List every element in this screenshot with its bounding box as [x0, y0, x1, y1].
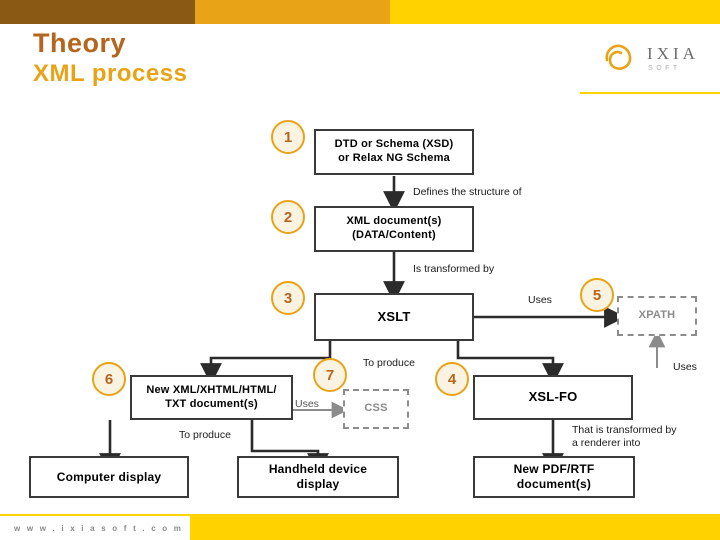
box-new-document-text: New XML/XHTML/HTML/ TXT document(s): [146, 383, 277, 410]
logo-inner: IXIA SOFT: [601, 38, 699, 78]
step-number-6: 6: [92, 362, 126, 396]
label-to-produce-bottom: To produce: [179, 429, 231, 441]
box-new-document: New XML/XHTML/HTML/ TXT document(s): [130, 375, 293, 420]
step-number-5: 5: [580, 278, 614, 312]
page-subtitle: XML process: [33, 60, 188, 87]
box-schema: DTD or Schema (XSD) or Relax NG Schema: [314, 129, 474, 175]
box-pdf-document: New PDF/RTF document(s): [473, 456, 635, 498]
box-schema-text: DTD or Schema (XSD) or Relax NG Schema: [334, 138, 454, 164]
label-is-transformed-by: Is transformed by: [413, 263, 495, 275]
label-to-produce-top: To produce: [363, 357, 415, 369]
box-handheld-display: Handheld device display: [237, 456, 399, 498]
ixia-swoosh-icon: [601, 38, 641, 78]
label-uses-xpath: Uses: [528, 294, 552, 306]
label-uses-css: Uses: [295, 398, 319, 410]
box-xml-document: XML document(s) (DATA/Content): [314, 206, 474, 252]
top-bar-segment-yellow: [390, 0, 720, 24]
box-pdf-document-text: New PDF/RTF document(s): [513, 462, 595, 491]
page-title: Theory: [33, 28, 127, 58]
box-xpath: XPATH: [617, 296, 697, 336]
label-renderer-line1: That is transformed by: [572, 424, 677, 436]
logo-tagline: SOFT: [648, 64, 681, 72]
footer-left: w w w . i x i a s o f t . c o m: [0, 514, 190, 540]
box-css: CSS: [343, 389, 409, 429]
top-bar-segment-brown: [0, 0, 195, 24]
logo: IXIA SOFT: [580, 24, 720, 94]
logo-wordmark: IXIA: [647, 43, 699, 63]
logo-text: IXIA SOFT: [647, 45, 699, 72]
box-xsl-fo: XSL-FO: [473, 375, 633, 420]
step-number-1: 1: [271, 120, 305, 154]
xml-process-diagram: 1 2 3 4 5 6 7 DTD or Schema (XSD) or Rel…: [0, 96, 720, 514]
label-uses-xslfo: Uses: [673, 361, 697, 373]
label-renderer-line2: a renderer into: [572, 437, 641, 449]
footer: w w w . i x i a s o f t . c o m: [0, 514, 720, 540]
footer-url: w w w . i x i a s o f t . c o m: [14, 523, 184, 533]
top-bar-segment-orange: [195, 0, 390, 24]
box-computer-display: Computer display: [29, 456, 189, 498]
step-number-7: 7: [313, 358, 347, 392]
step-number-2: 2: [271, 200, 305, 234]
box-xml-document-text: XML document(s) (DATA/Content): [346, 215, 442, 241]
step-number-3: 3: [271, 281, 305, 315]
footer-right-yellow-bar: [190, 514, 720, 540]
box-xslt: XSLT: [314, 293, 474, 341]
box-handheld-display-text: Handheld device display: [268, 462, 368, 491]
top-color-bar: [0, 0, 720, 24]
step-number-4: 4: [435, 362, 469, 396]
label-defines-structure: Defines the structure of: [413, 186, 522, 198]
